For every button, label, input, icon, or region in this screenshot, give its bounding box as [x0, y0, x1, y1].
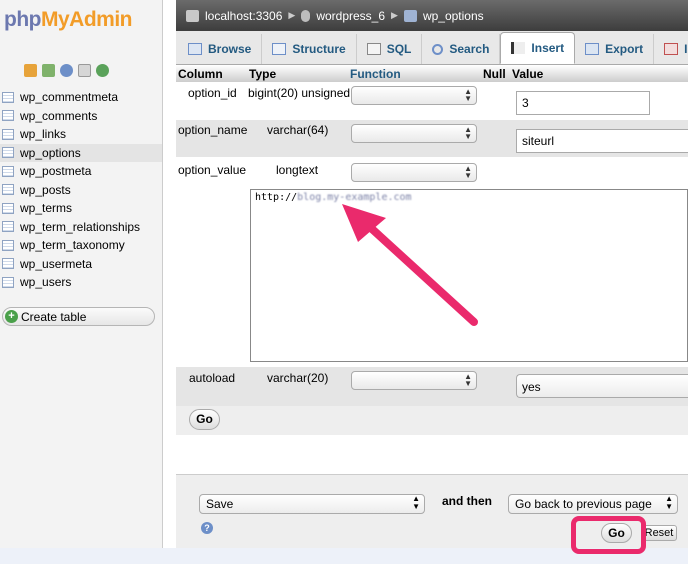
help-icon[interactable]: [60, 64, 73, 77]
breadcrumb-table[interactable]: wp_options: [423, 9, 484, 23]
tab-export[interactable]: Export: [575, 34, 655, 64]
option-name-input[interactable]: siteurl: [516, 129, 688, 153]
table-icon: [2, 239, 14, 251]
updown-arrow-icon: ▲ ▼: [464, 125, 472, 141]
breadcrumb-server[interactable]: localhost:3306: [205, 9, 282, 23]
table-tabs: Browse Structure SQL Search Insert Expor…: [176, 31, 688, 65]
column-name: option_value: [178, 163, 247, 177]
breadcrumb: localhost:3306 ▶ wordpress_6 ▶ wp_option…: [176, 0, 688, 31]
column-headers: Column Type Function Null Value: [176, 65, 688, 82]
updown-arrow-icon: ▲ ▼: [412, 494, 420, 511]
breadcrumb-separator-icon: ▶: [391, 10, 398, 20]
breadcrumb-separator-icon: ▶: [288, 10, 296, 20]
column-name: autoload: [189, 371, 236, 385]
row-autoload: autoload varchar(20) ▲ ▼ yes: [176, 367, 688, 406]
structure-icon: [272, 43, 287, 55]
tab-browse[interactable]: Browse: [178, 34, 263, 64]
table-item-wp-comments[interactable]: wp_comments: [0, 107, 162, 126]
table-item-wp-options[interactable]: wp_options: [0, 143, 162, 162]
table-item-wp-term-taxonomy[interactable]: wp_term_taxonomy: [0, 236, 162, 255]
search-icon: [432, 43, 444, 55]
after-insert-select[interactable]: Go back to previous page ▲ ▼: [508, 494, 678, 514]
reload-icon[interactable]: [96, 64, 109, 77]
table-icon: [2, 110, 14, 122]
table-item-wp-term-relationships[interactable]: wp_term_relationships: [0, 218, 162, 237]
browse-icon: [188, 43, 202, 55]
docs-icon[interactable]: [78, 64, 91, 77]
table-icon: [2, 258, 14, 270]
quick-links: [24, 64, 109, 77]
tab-insert[interactable]: Insert: [500, 32, 576, 64]
header-function[interactable]: Function: [350, 67, 401, 81]
and-then-label: and then: [442, 494, 492, 508]
table-item-wp-links[interactable]: wp_links: [0, 125, 162, 144]
table-icon: [2, 128, 14, 140]
function-select[interactable]: ▲ ▼: [351, 371, 477, 390]
updown-arrow-icon: ▲ ▼: [464, 164, 472, 180]
table-icon: [2, 221, 14, 233]
autoload-select[interactable]: yes: [516, 374, 688, 398]
table-icon: [2, 147, 14, 159]
table-icon: [2, 184, 14, 196]
tab-sql[interactable]: SQL: [357, 34, 423, 64]
row-option-id: option_id bigint(20) unsigned ▲ ▼ 3: [176, 82, 688, 120]
column-type: bigint(20) unsigned: [248, 86, 351, 100]
help-icon[interactable]: ?: [201, 522, 213, 534]
option-value-textarea[interactable]: http://blog.my-example.com: [250, 189, 688, 362]
row-option-name: option_name varchar(64) ▲ ▼ siteurl: [176, 120, 688, 157]
export-icon: [585, 43, 600, 55]
table-item-wp-terms[interactable]: wp_terms: [0, 199, 162, 218]
table-item-wp-commentmeta[interactable]: wp_commentmeta: [0, 88, 162, 107]
tab-import[interactable]: Im: [654, 34, 688, 64]
header-column: Column: [178, 67, 223, 81]
reset-button[interactable]: Reset: [641, 525, 677, 541]
column-name: option_name: [178, 123, 248, 137]
header-null: Null: [483, 67, 506, 81]
form-go-button[interactable]: Go: [189, 409, 220, 430]
updown-arrow-icon: ▲ ▼: [464, 87, 472, 103]
database-icon: [301, 9, 311, 22]
updown-arrow-icon: ▲ ▼: [665, 494, 673, 511]
function-select[interactable]: ▲ ▼: [351, 163, 477, 182]
table-item-wp-posts[interactable]: wp_posts: [0, 181, 162, 200]
table-item-wp-users[interactable]: wp_users: [0, 273, 162, 292]
insert-icon: [511, 42, 526, 54]
sql-icon: [366, 43, 381, 55]
tab-search[interactable]: Search: [422, 34, 501, 64]
function-select[interactable]: ▲ ▼: [351, 86, 477, 105]
blurred-url: blog.my-example.com: [297, 192, 412, 203]
phpmyadmin-logo[interactable]: phpMyAdmin: [4, 8, 132, 32]
column-type: longtext: [276, 163, 319, 177]
import-icon: [664, 43, 679, 55]
function-select[interactable]: ▲ ▼: [351, 124, 477, 143]
option-id-input[interactable]: 3: [516, 91, 650, 115]
server-icon: [186, 9, 199, 22]
navigation-sidebar: phpMyAdmin wp_commentmeta wp_comments wp…: [0, 0, 163, 564]
insert-form: Column Type Function Null Value option_i…: [176, 65, 688, 435]
table-item-wp-postmeta[interactable]: wp_postmeta: [0, 162, 162, 181]
tab-structure[interactable]: Structure: [262, 34, 357, 64]
table-icon: [2, 165, 14, 177]
column-name: option_id: [188, 86, 237, 100]
updown-arrow-icon: ▲ ▼: [464, 372, 472, 388]
breadcrumb-database[interactable]: wordpress_6: [316, 9, 385, 23]
table-icon: [2, 91, 14, 103]
exit-icon[interactable]: [42, 64, 55, 77]
header-type[interactable]: Type: [249, 67, 276, 81]
table-item-wp-usermeta[interactable]: wp_usermeta: [0, 255, 162, 274]
home-icon[interactable]: [24, 64, 37, 77]
action-select[interactable]: Save ▲ ▼: [199, 494, 425, 514]
column-type: varchar(64): [267, 123, 329, 137]
header-value: Value: [512, 67, 544, 81]
table-icon: [2, 276, 14, 288]
table-list: wp_commentmeta wp_comments wp_links wp_o…: [0, 88, 162, 292]
column-type: varchar(20): [267, 371, 329, 385]
table-icon: [403, 9, 417, 22]
go-button-highlight: [571, 516, 646, 554]
plus-icon: +: [5, 310, 18, 323]
create-table-button[interactable]: + Create table: [2, 307, 155, 326]
table-icon: [2, 202, 14, 214]
